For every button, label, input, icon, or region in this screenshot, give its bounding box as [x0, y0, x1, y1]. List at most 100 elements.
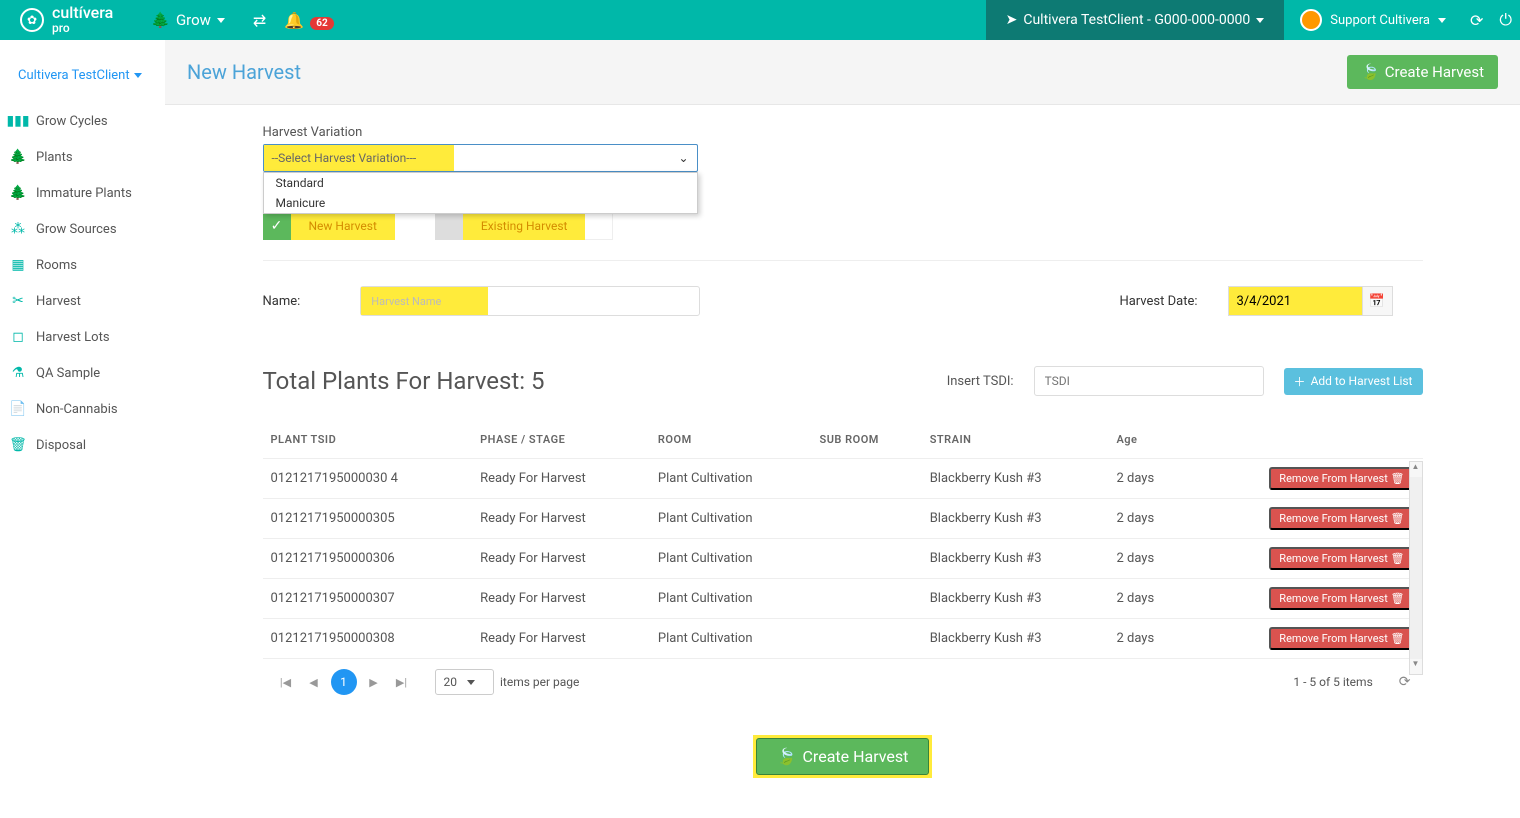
sidebar-item-disposal[interactable]: 🗑Disposal: [0, 427, 165, 463]
grow-dropdown[interactable]: 🌲 Grow: [133, 11, 243, 29]
remove-from-harvest-button[interactable]: Remove From Harvest 🗑: [1269, 467, 1414, 490]
check-icon: ✓: [263, 212, 291, 240]
flask-icon: ⚗: [10, 365, 26, 381]
sidebar-item-grow-sources[interactable]: ⁂Grow Sources: [0, 211, 165, 247]
notifications-button[interactable]: 🔔 62: [284, 11, 333, 30]
main-content: New Harvest 🍃 Create Harvest Harvest Var…: [165, 40, 1520, 818]
sidebar-item-harvest[interactable]: ✂Harvest: [0, 283, 165, 319]
plants-table: PLANT TSID PHASE / STAGE ROOM SUB ROOM S…: [263, 421, 1423, 658]
sidebar-client-label: Cultivera TestClient: [18, 68, 130, 83]
name-label: Name:: [263, 294, 301, 309]
nav-label: Grow Cycles: [36, 114, 108, 129]
scroll-down-icon[interactable]: ▼: [1410, 659, 1422, 674]
sidebar-item-non-cannabis[interactable]: 📄 Non-Cannabis: [0, 391, 165, 427]
name-placeholder-highlight: Harvest Name: [361, 287, 488, 315]
sidebar-item-immature-plants[interactable]: 🌲 Immature Plants: [0, 175, 165, 211]
room-cell: Plant Cultivation: [650, 459, 812, 499]
calendar-icon: 📅: [1369, 294, 1385, 309]
harvest-date-input[interactable]: [1228, 286, 1363, 316]
pager-refresh-button[interactable]: ⟳: [1399, 674, 1411, 690]
bell-icon: 🔔: [284, 11, 304, 30]
strain-cell: Blackberry Kush #3: [922, 459, 1109, 499]
age-cell: 2 days: [1108, 539, 1186, 579]
existing-harvest-label: Existing Harvest: [463, 212, 586, 240]
chevron-down-icon: [467, 680, 475, 685]
sidebar-item-harvest-lots[interactable]: ◻Harvest Lots: [0, 319, 165, 355]
doc-icon: 📄: [10, 401, 26, 417]
user-name: Support Cultivera: [1330, 13, 1430, 28]
tree-icon: 🌲: [10, 149, 26, 165]
cut-icon: ✂: [10, 293, 26, 309]
scrollbar[interactable]: ▲ ▼: [1409, 461, 1423, 675]
plants-header: Total Plants For Harvest: 5 Insert TSDI:…: [263, 366, 1423, 396]
table-row: 01212171950000308Ready For HarvestPlant …: [263, 619, 1423, 659]
tsid-cell[interactable]: 01212171950000305: [263, 499, 473, 539]
plants-title-prefix: Total Plants For Harvest:: [263, 367, 532, 395]
variation-option-manicure[interactable]: Manicure: [264, 193, 697, 213]
subroom-cell: [811, 579, 921, 619]
refresh-button[interactable]: ⟳: [1462, 11, 1491, 30]
existing-harvest-toggle[interactable]: Existing Harvest: [435, 212, 614, 240]
page-size-select[interactable]: 20: [435, 669, 495, 695]
variation-placeholder: --Select Harvest Variation---: [264, 145, 454, 171]
sidebar-client-selector[interactable]: Cultivera TestClient: [0, 58, 165, 103]
sidebar-item-grow-cycles[interactable]: ▮▮▮Grow Cycles: [0, 103, 165, 139]
subroom-cell: [811, 619, 921, 659]
power-button[interactable]: ⏻: [1491, 10, 1520, 30]
phase-cell: Ready For Harvest: [472, 539, 650, 579]
tsid-cell[interactable]: 0121217195000030 4: [263, 459, 473, 499]
logo-icon: ✿: [20, 8, 44, 32]
strain-cell: Blackberry Kush #3: [922, 539, 1109, 579]
remove-from-harvest-button[interactable]: Remove From Harvest 🗑: [1269, 547, 1414, 570]
plants-title: Total Plants For Harvest: 5: [263, 367, 545, 395]
harvest-variation-select[interactable]: --Select Harvest Variation--- ⌄ Standard…: [263, 144, 698, 172]
phase-cell: Ready For Harvest: [472, 619, 650, 659]
variation-label: Harvest Variation: [263, 125, 1423, 140]
age-cell: 2 days: [1108, 619, 1186, 659]
tsdi-input[interactable]: [1034, 366, 1264, 396]
user-menu[interactable]: Support Cultivera: [1284, 0, 1462, 40]
scroll-up-icon[interactable]: ▲: [1410, 462, 1422, 477]
remove-from-harvest-button[interactable]: Remove From Harvest 🗑: [1269, 507, 1414, 530]
tsid-cell[interactable]: 01212171950000307: [263, 579, 473, 619]
add-to-harvest-list-button[interactable]: ＋ Add to Harvest List: [1284, 368, 1423, 395]
age-cell: 2 days: [1108, 499, 1186, 539]
pager-last-button[interactable]: ▶|: [391, 671, 413, 693]
calendar-button[interactable]: 📅: [1363, 286, 1393, 316]
tsid-cell[interactable]: 01212171950000306: [263, 539, 473, 579]
name-date-row: Name: Harvest Name Harvest Date: 📅: [263, 286, 1423, 316]
age-cell: 2 days: [1108, 459, 1186, 499]
remove-from-harvest-button[interactable]: Remove From Harvest 🗑: [1269, 587, 1414, 610]
create-harvest-button-top[interactable]: 🍃 Create Harvest: [1347, 55, 1498, 89]
remove-from-harvest-button[interactable]: Remove From Harvest 🗑: [1269, 627, 1414, 650]
nav-label: Immature Plants: [36, 186, 132, 201]
harvest-variation-field: Harvest Variation --Select Harvest Varia…: [263, 125, 1423, 172]
pager-current-page[interactable]: 1: [331, 669, 357, 695]
pager-first-button[interactable]: |◀: [275, 671, 297, 693]
per-page-text: items per page: [500, 675, 579, 689]
nav-label: Non-Cannabis: [36, 402, 118, 417]
nav-label: Rooms: [36, 258, 77, 273]
trash-icon: 🗑: [1391, 552, 1405, 565]
tree-icon: 🌲: [151, 11, 170, 29]
leaf-icon: 🍃: [777, 747, 797, 766]
tsdi-label: Insert TSDI:: [947, 374, 1014, 389]
client-selector-top[interactable]: ➤ Cultivera TestClient - G000-000-0000: [986, 0, 1285, 40]
tree-icon: 🌲: [10, 185, 26, 201]
sidebar-item-rooms[interactable]: ▦Rooms: [0, 247, 165, 283]
pager-prev-button[interactable]: ◀: [303, 671, 325, 693]
swap-icon[interactable]: ⇄: [253, 11, 266, 30]
variation-option-standard[interactable]: Standard: [264, 173, 697, 193]
trash-icon: 🗑: [1391, 472, 1405, 485]
plants-count: 5: [531, 367, 545, 395]
page-size-value: 20: [444, 675, 458, 689]
sidebar-item-plants[interactable]: 🌲Plants: [0, 139, 165, 175]
pager-next-button[interactable]: ▶: [363, 671, 385, 693]
sidebar-item-qa-sample[interactable]: ⚗QA Sample: [0, 355, 165, 391]
plus-icon: ＋: [1294, 373, 1306, 390]
logo-text: cultívera pro: [52, 6, 113, 35]
tsid-cell[interactable]: 01212171950000308: [263, 619, 473, 659]
new-harvest-toggle[interactable]: ✓ New Harvest: [263, 212, 395, 240]
phase-cell: Ready For Harvest: [472, 499, 650, 539]
plants-table-wrap: PLANT TSID PHASE / STAGE ROOM SUB ROOM S…: [263, 421, 1423, 705]
